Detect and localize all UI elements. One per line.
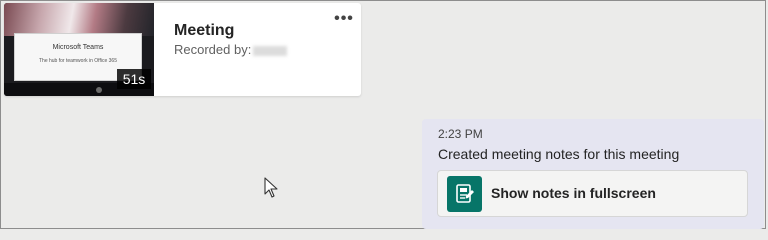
slide-title: Microsoft Teams [52, 44, 104, 51]
chat-message-bubble: 2:23 PM Created meeting notes for this m… [422, 119, 764, 229]
notes-icon [447, 176, 482, 212]
message-timestamp: 2:23 PM [438, 127, 483, 141]
thumbnail-photo [4, 3, 154, 36]
message-text: Created meeting notes for this meeting [438, 146, 680, 162]
recording-thumbnail[interactable]: Microsoft Teams The hub for teamwork in … [4, 3, 154, 96]
show-notes-label: Show notes in fullscreen [491, 185, 656, 201]
mouse-cursor-icon [264, 177, 278, 198]
participant-dot [96, 87, 102, 93]
duration-badge: 51s [117, 69, 151, 89]
more-options-icon[interactable]: ••• [330, 11, 358, 30]
recorded-by-label: Recorded by: [174, 42, 252, 57]
recording-title: Meeting [174, 22, 235, 39]
recorded-by-line: Recorded by: [174, 42, 288, 57]
redacted-name [253, 45, 288, 56]
show-notes-button[interactable]: Show notes in fullscreen [437, 170, 748, 217]
slide-subtitle: The hub for teamwork in Office 365 [38, 58, 117, 64]
recording-card[interactable]: Microsoft Teams The hub for teamwork in … [4, 3, 361, 96]
